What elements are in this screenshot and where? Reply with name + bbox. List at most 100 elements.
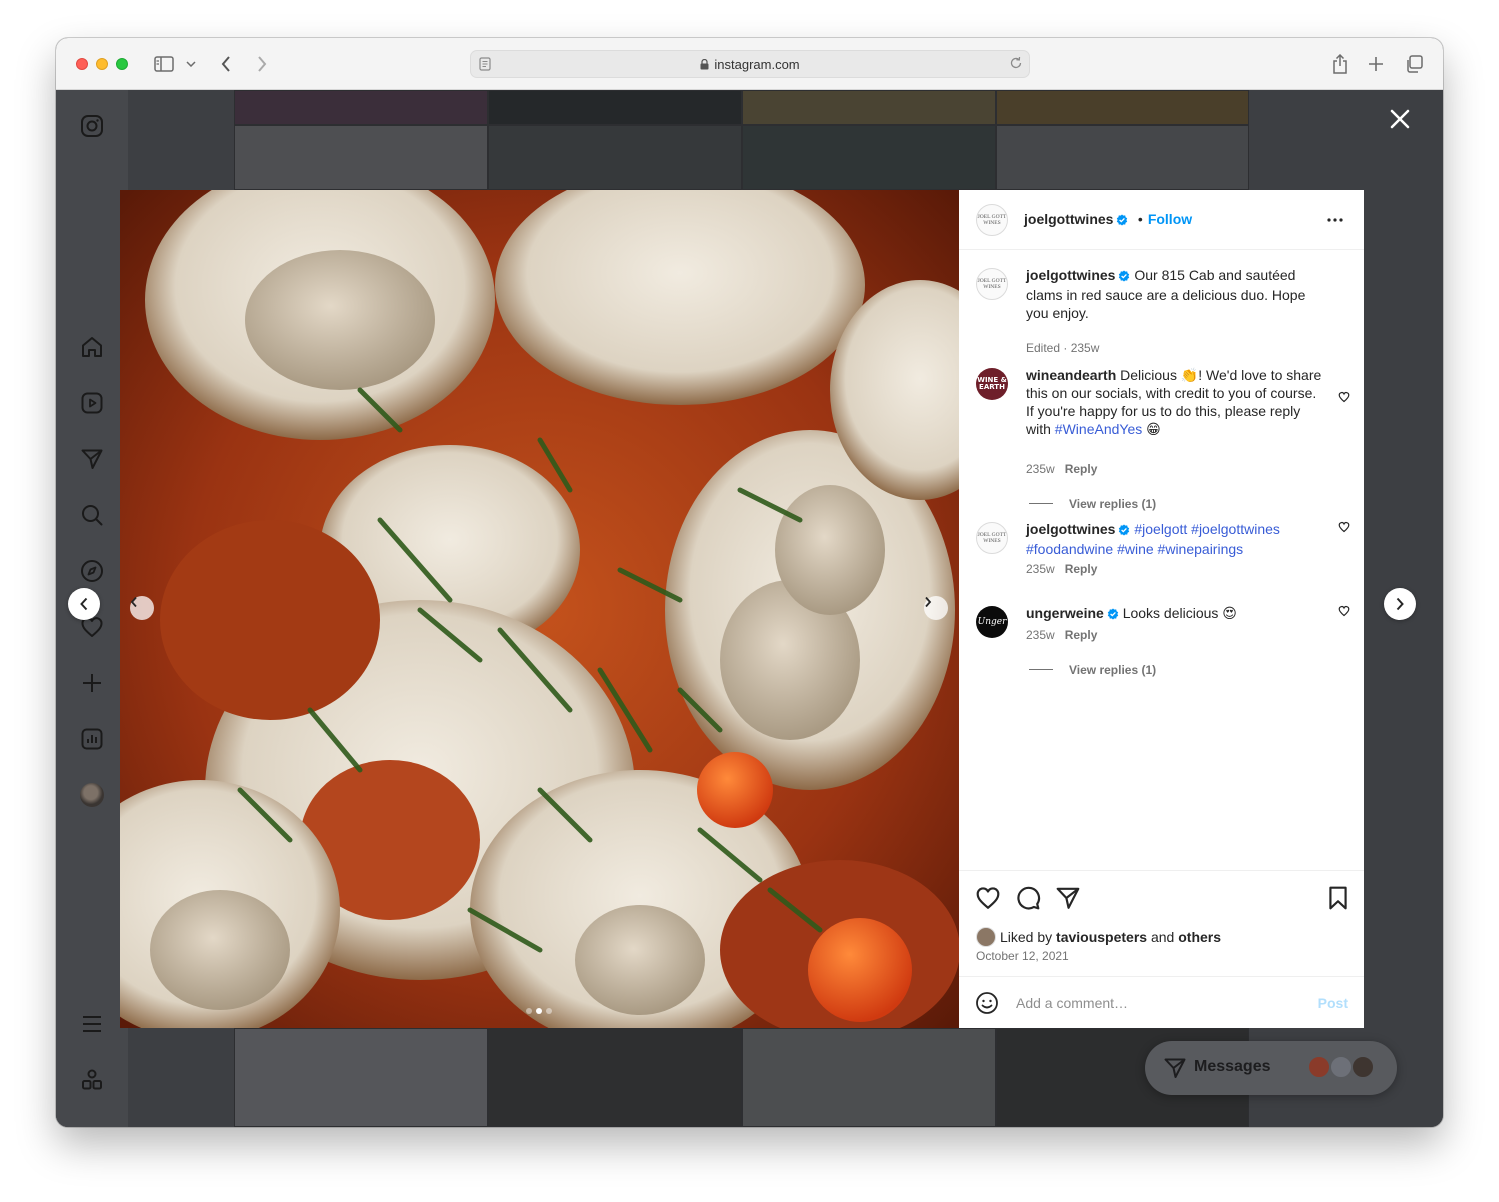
avatar-logo-text: JOEL GOTT WINES [977, 214, 1007, 226]
caption-text-block: joelgottwines Our 815 Cab and sautéed cl… [1026, 266, 1326, 322]
instagram-logo-icon[interactable] [78, 112, 106, 140]
add-comment-bar: Add a comment… Post [959, 976, 1364, 1028]
grid-tile [742, 1028, 996, 1127]
close-window-button[interactable] [76, 58, 88, 70]
comment-hashtags[interactable]: #joelgott #joelgottwines [1134, 521, 1280, 537]
lock-icon [700, 58, 709, 73]
search-icon[interactable] [78, 501, 106, 529]
comment-text-block: joelgottwines #joelgott #joelgottwines #… [1026, 520, 1326, 558]
post-comment-button[interactable]: Post [1318, 995, 1348, 1011]
instagram-page: JOEL GOTT WINES joelgottwines • Follow JO… [56, 90, 1443, 1127]
liked-by-prefix: Liked by [1000, 929, 1053, 945]
liker-username[interactable]: taviouspeters [1056, 929, 1147, 945]
sidebar-toggle-icon[interactable] [152, 52, 176, 76]
carousel-next-button[interactable] [924, 596, 948, 620]
reels-icon[interactable] [78, 389, 106, 417]
share-icon[interactable] [1330, 52, 1350, 76]
caption-username[interactable]: joelgottwines [1026, 267, 1115, 283]
direct-icon[interactable] [78, 445, 106, 473]
reload-icon[interactable] [1009, 56, 1023, 75]
likes-summary: Liked by taviouspeters and others [976, 927, 1221, 947]
commenter-avatar[interactable]: WINE & EARTH [976, 368, 1008, 400]
grid-tile [234, 1028, 488, 1127]
replies-divider [1029, 503, 1053, 504]
avatar-logo-text: JOEL GOTT WINES [977, 278, 1007, 290]
replies-divider [1029, 669, 1053, 670]
home-icon[interactable] [78, 333, 106, 361]
reply-button[interactable]: Reply [1065, 562, 1098, 576]
comment-meta: 235w Reply [1026, 628, 1097, 642]
reply-button[interactable]: Reply [1065, 628, 1098, 642]
address-bar[interactable]: instagram.com [470, 50, 1030, 78]
url-text: instagram.com [714, 57, 800, 72]
view-replies-label: View replies (1) [1069, 497, 1157, 511]
post-header: JOEL GOTT WINES joelgottwines • Follow [959, 190, 1364, 250]
post-modal: JOEL GOTT WINES joelgottwines • Follow JO… [120, 190, 1364, 1028]
save-bookmark-icon[interactable] [1325, 885, 1351, 911]
commenter-username[interactable]: ungerweine [1026, 605, 1104, 621]
insights-icon[interactable] [78, 725, 106, 753]
direct-message-icon [1163, 1056, 1187, 1085]
chevron-down-icon[interactable] [184, 52, 198, 76]
view-replies-button[interactable]: View replies (1) [1029, 497, 1156, 511]
create-plus-icon[interactable] [78, 669, 106, 697]
caption-avatar[interactable]: JOEL GOTT WINES [976, 268, 1008, 300]
grid-tile [488, 1028, 742, 1127]
close-icon[interactable] [1389, 108, 1411, 130]
comment-input[interactable]: Add a comment… [1016, 995, 1128, 1011]
forward-icon[interactable] [252, 52, 272, 76]
comment-hashtags[interactable]: #foodandwine #wine #winepairings [1026, 541, 1243, 557]
post-actions: Liked by taviouspeters and others Octobe… [959, 870, 1364, 976]
more-options-icon[interactable] [1326, 212, 1344, 233]
new-tab-icon[interactable] [1366, 52, 1386, 76]
like-comment-heart-icon[interactable] [1338, 520, 1350, 533]
comment-bubble-icon[interactable] [1015, 885, 1041, 911]
comment-emoji: 😁 [1146, 421, 1161, 437]
menu-icon[interactable] [78, 1010, 106, 1038]
verified-badge-icon [1118, 522, 1130, 540]
commenter-username[interactable]: joelgottwines [1026, 521, 1115, 537]
like-comment-heart-icon[interactable] [1338, 604, 1350, 617]
message-contact-avatar [1329, 1055, 1353, 1079]
minimize-window-button[interactable] [96, 58, 108, 70]
liker-avatar[interactable] [976, 927, 996, 947]
share-direct-icon[interactable] [1055, 885, 1081, 911]
zoom-window-button[interactable] [116, 58, 128, 70]
reply-button[interactable]: Reply [1065, 462, 1098, 476]
carousel-indicator [526, 1008, 552, 1014]
commenter-avatar[interactable]: JOEL GOTT WINES [976, 522, 1008, 554]
view-replies-button[interactable]: View replies (1) [1029, 663, 1156, 677]
browser-window: instagram.com JOEL GOTT WINES joelgottwi… [56, 38, 1443, 1127]
caption-meta: Edited · 235w [1026, 341, 1100, 355]
previous-post-button[interactable] [68, 588, 100, 620]
explore-icon[interactable] [78, 557, 106, 585]
comment-hashtag[interactable]: #WineAndYes [1055, 421, 1142, 437]
author-username[interactable]: joelgottwines [1024, 211, 1113, 227]
tab-overview-icon[interactable] [1404, 52, 1424, 76]
apps-icon[interactable] [78, 1066, 106, 1094]
carousel-dot [546, 1008, 552, 1014]
grid-tile [234, 125, 488, 190]
comment-age: 235w [1026, 462, 1055, 476]
likes-others-link[interactable]: others [1178, 929, 1221, 945]
profile-avatar[interactable] [78, 781, 106, 809]
like-comment-heart-icon[interactable] [1338, 390, 1350, 403]
messages-button[interactable]: Messages [1145, 1041, 1397, 1095]
like-heart-icon[interactable] [975, 885, 1001, 911]
grid-tile [488, 125, 742, 190]
emoji-icon[interactable] [975, 991, 999, 1015]
back-icon[interactable] [216, 52, 236, 76]
grid-tile [742, 125, 996, 190]
carousel-previous-button[interactable] [130, 596, 154, 620]
carousel-dot [526, 1008, 532, 1014]
commenter-username[interactable]: wineandearth [1026, 367, 1116, 383]
avatar-logo-text: Unger [977, 617, 1007, 627]
comment-meta: 235w Reply [1026, 462, 1097, 476]
follow-button[interactable]: Follow [1148, 211, 1192, 227]
grid-tile [742, 90, 996, 125]
author-avatar[interactable]: JOEL GOTT WINES [976, 204, 1008, 236]
commenter-avatar[interactable]: Unger [976, 606, 1008, 638]
avatar-logo-text: JOEL GOTT WINES [977, 532, 1007, 544]
next-post-button[interactable] [1384, 588, 1416, 620]
carousel-dot-active [536, 1008, 542, 1014]
